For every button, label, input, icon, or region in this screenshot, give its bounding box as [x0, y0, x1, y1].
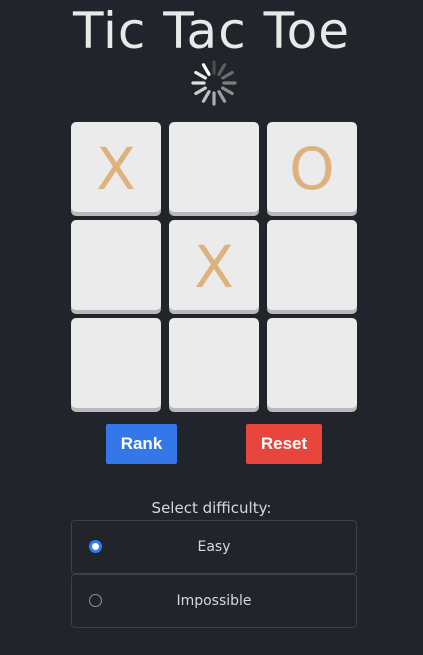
tic-tac-toe-app: Tic Tac Toe X O X Rank Reset Select diff…: [0, 0, 423, 655]
board-cell-8[interactable]: [169, 318, 259, 408]
rank-button[interactable]: Rank: [106, 424, 177, 464]
spinner-spoke: [217, 63, 227, 76]
board-cell-2[interactable]: [169, 122, 259, 212]
board-cell-5[interactable]: X: [169, 220, 259, 310]
spinner-spoke: [194, 86, 207, 96]
spinner-spoke: [201, 90, 211, 103]
spinner-spoke: [217, 90, 227, 103]
difficulty-option-label: Impossible: [176, 593, 252, 609]
board-cell-4[interactable]: [71, 220, 161, 310]
spinner-spoke: [221, 86, 234, 96]
difficulty-option-impossible[interactable]: Impossible: [71, 574, 357, 628]
game-board: X O X: [71, 122, 358, 412]
board-cell-7[interactable]: [71, 318, 161, 408]
board-cell-3[interactable]: O: [267, 122, 357, 212]
spinner-spoke: [221, 70, 234, 80]
board-cell-1[interactable]: X: [71, 122, 161, 212]
board-cell-9[interactable]: [267, 318, 357, 408]
difficulty-option-easy[interactable]: Easy: [71, 520, 357, 574]
difficulty-label: Select difficulty:: [151, 499, 272, 517]
spinner-spoke: [194, 70, 207, 80]
reset-button[interactable]: Reset: [246, 424, 322, 464]
cell-mark: O: [289, 135, 335, 203]
cell-mark: X: [96, 135, 136, 203]
cell-mark: X: [194, 233, 234, 301]
spinner-spoke: [201, 63, 211, 76]
loading-spinner-icon: [191, 60, 237, 106]
page-title: Tic Tac Toe: [73, 2, 350, 60]
board-cell-6[interactable]: [267, 220, 357, 310]
difficulty-option-label: Easy: [197, 539, 231, 555]
